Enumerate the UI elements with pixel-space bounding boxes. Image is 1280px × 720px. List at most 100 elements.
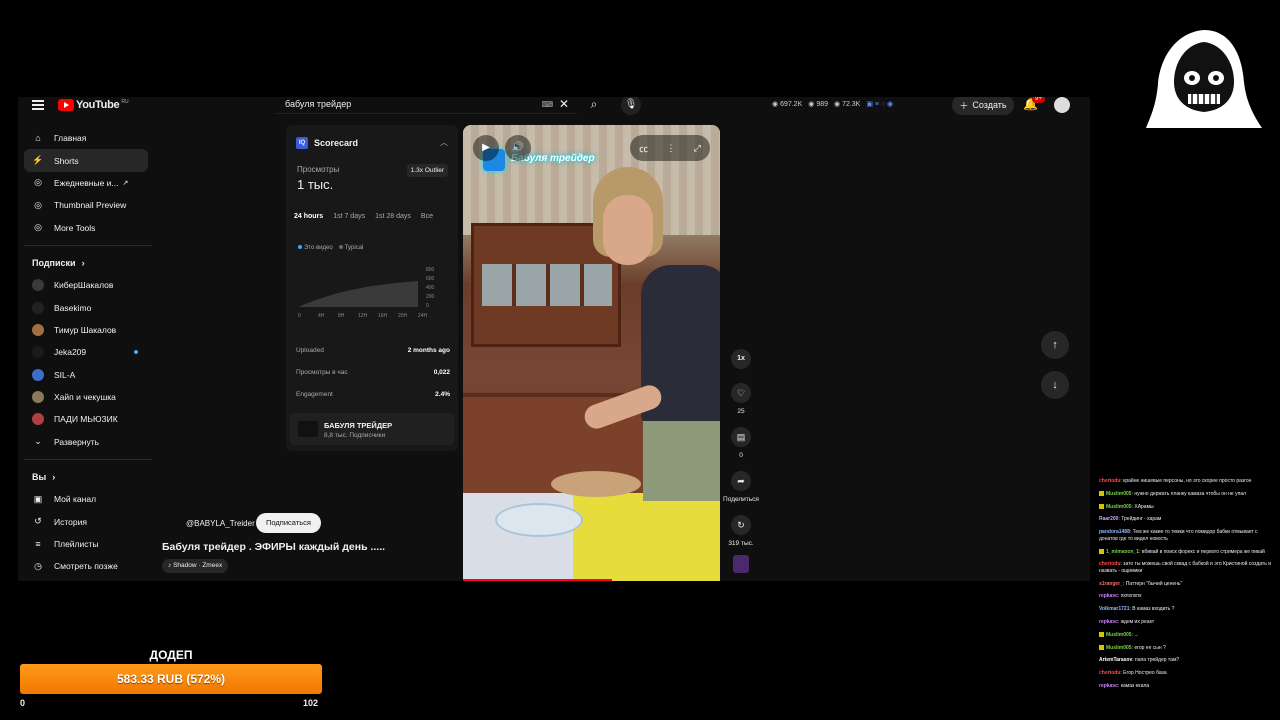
- video-progress-bar[interactable]: [463, 579, 613, 581]
- youtube-play-icon: [58, 99, 74, 111]
- music-chip[interactable]: ♪ Shadow · Zmeex: [162, 559, 229, 573]
- expand-button[interactable]: ⌄ Развернуть: [24, 431, 148, 453]
- chat-message: Muslim005: нужно держать планку камаза ч…: [1099, 491, 1277, 498]
- chat-username[interactable]: Muslim005: [1106, 491, 1132, 497]
- create-button[interactable]: ＋ Создать: [952, 97, 1014, 115]
- speed-control[interactable]: 1x: [726, 349, 756, 369]
- chat-username[interactable]: chertodu: [1099, 670, 1120, 676]
- chat-username[interactable]: chertodu: [1099, 478, 1120, 484]
- account-avatar[interactable]: [1054, 97, 1070, 113]
- video-title[interactable]: Бабуля трейдер . ЭФИРЫ каждый день .....: [162, 541, 385, 553]
- more-icon[interactable]: ⋮: [666, 143, 675, 154]
- period-tab[interactable]: 1st 28 days: [375, 213, 411, 220]
- period-tab[interactable]: 24 hours: [294, 213, 323, 220]
- sidebar-subscription[interactable]: Basekimo: [24, 296, 148, 318]
- extension-icons[interactable]: ▣ ≡ ◌ ◉: [866, 100, 893, 108]
- sidebar-subscription[interactable]: ПАДИ МЬЮЗИК: [24, 408, 148, 430]
- search-value: бабуля трейдер: [285, 99, 352, 109]
- chat-username[interactable]: repkavc: [1099, 683, 1118, 689]
- scorecard-panel: IQ Scorecard ︿ Просмотры 1 тыс. 1.3x Out…: [286, 125, 458, 451]
- chat-username[interactable]: 1_mimaxon_1: [1106, 549, 1139, 555]
- subscribe-button[interactable]: Подписаться: [256, 513, 321, 533]
- sidebar-item-channel[interactable]: ▣ Мой канал: [24, 488, 148, 510]
- comment-button[interactable]: ▤ 0: [726, 427, 756, 459]
- chat-username[interactable]: Muslim005: [1106, 645, 1132, 651]
- previous-video-button[interactable]: ↑: [1041, 331, 1069, 359]
- chat-message: repkavc: ждем их реакт: [1099, 619, 1155, 625]
- chat-message: chertodu: зато ты можешь свой сквад с ба…: [1099, 561, 1271, 574]
- channel-handle[interactable]: @BABYLA_Treider: [186, 519, 255, 528]
- chat-username[interactable]: repkavc: [1099, 593, 1118, 599]
- subscription-label: Хайп и чекушка: [54, 392, 116, 403]
- chat-username[interactable]: Muslim005: [1106, 504, 1132, 510]
- top-bar: YouTube RU бабуля трейдер ⌨ ✕ ⌕ 🎙 ◉ 697.…: [18, 97, 1090, 115]
- sidebar-item-playlist[interactable]: ≡ Плейлисты: [24, 533, 148, 555]
- channel-avatar: [32, 413, 44, 426]
- channel-card[interactable]: БАБУЛЯ ТРЕЙДЕР 8,8 тыс. Подписчики: [290, 413, 454, 445]
- chat-username[interactable]: pandora1488: [1099, 529, 1130, 535]
- volume-icon[interactable]: 🔊: [505, 135, 531, 161]
- captions-icon[interactable]: ㏄: [639, 142, 648, 155]
- comment-count: 0: [739, 452, 743, 459]
- short-video[interactable]: Бабуля трейдер ▶ 🔊 ㏄ ⋮ ⤢: [463, 125, 720, 581]
- chat-message: chertodu: крайне нишевые персоны, но это…: [1099, 478, 1252, 484]
- youtube-logo[interactable]: YouTube RU: [58, 99, 129, 111]
- remix-count: 319 тыс.: [728, 540, 754, 547]
- sidebar-item-shorts[interactable]: ⚡ Shorts: [24, 149, 148, 172]
- clear-icon[interactable]: ✕: [559, 97, 569, 111]
- chat-text: крайне нишевые персоны, но это скорее пр…: [1123, 478, 1252, 484]
- logo-text: YouTube: [76, 99, 120, 111]
- chat-text: пхпхпхпх: [1120, 593, 1142, 600]
- collapse-icon[interactable]: ︿: [440, 137, 448, 148]
- fullscreen-icon[interactable]: ⤢: [694, 143, 701, 154]
- chevron-right-icon: ›: [52, 472, 56, 483]
- chat-username[interactable]: s1ranger_: [1099, 581, 1123, 587]
- period-tabs: 24 hours 1st 7 days 1st 28 days Все: [294, 213, 433, 220]
- chat-username[interactable]: ArtemTarasov: [1099, 657, 1132, 663]
- chat-username[interactable]: Muslim005: [1106, 632, 1132, 638]
- search-icon[interactable]: ⌕: [583, 97, 605, 113]
- channel-avatar: [32, 368, 44, 381]
- x-tick-label: 24H: [418, 313, 428, 319]
- chat-text: ждем их реакт: [1120, 619, 1155, 625]
- sidebar-subscription[interactable]: Тимур Шакалов: [24, 319, 148, 341]
- chat-username[interactable]: Raar200: [1099, 516, 1118, 522]
- like-button[interactable]: ♡ 25: [726, 383, 756, 415]
- sidebar-subscription[interactable]: Хайп и чекушка: [24, 386, 148, 408]
- sound-thumbnail-image: [733, 555, 749, 573]
- sidebar-item-label: Главная: [54, 133, 87, 144]
- chat-message: ArtemTarasov: папа трейдер там?: [1099, 657, 1180, 664]
- play-icon[interactable]: ▶: [473, 135, 499, 161]
- share-button[interactable]: ➦ Поделиться: [718, 471, 764, 503]
- iq-icon: IQ: [296, 137, 308, 149]
- you-heading[interactable]: Вы ›: [24, 466, 148, 488]
- search-input[interactable]: бабуля трейдер ⌨ ✕: [275, 97, 577, 114]
- sidebar-item-clock[interactable]: ◷ Смотреть позже: [24, 555, 148, 577]
- sidebar-subscription[interactable]: SIL-A: [24, 364, 148, 386]
- sidebar-item-history[interactable]: ↺ История: [24, 510, 148, 532]
- subscriptions-heading[interactable]: Подписки ›: [24, 252, 148, 274]
- chat-username[interactable]: Volkmar1721: [1099, 606, 1129, 612]
- period-tab[interactable]: Все: [421, 213, 433, 220]
- keyboard-icon[interactable]: ⌨: [541, 100, 553, 109]
- x-tick-label: 4H: [318, 313, 325, 319]
- menu-icon[interactable]: [32, 100, 44, 110]
- sidebar-item-daily[interactable]: ◎ Ежедневные и... ↗: [24, 172, 148, 194]
- chat-username[interactable]: repkavc: [1099, 619, 1118, 625]
- period-tab[interactable]: 1st 7 days: [333, 213, 365, 220]
- channel-thumbnail: [298, 421, 318, 437]
- sidebar-item-thumbnail[interactable]: ◎ Thumbnail Preview: [24, 194, 148, 216]
- sidebar-item-label: История: [54, 516, 87, 527]
- chevron-down-icon: ⌄: [34, 436, 42, 447]
- sidebar-item-tools[interactable]: ◎ More Tools: [24, 217, 148, 239]
- sidebar-subscription[interactable]: Jeka209: [24, 341, 148, 363]
- sound-thumbnail[interactable]: [726, 555, 756, 573]
- chat-username[interactable]: chertodu: [1099, 561, 1120, 567]
- sidebar-subscription[interactable]: КиберШакалов: [24, 274, 148, 296]
- video-controls: ㏄ ⋮ ⤢: [630, 135, 710, 161]
- mic-icon[interactable]: 🎙: [621, 97, 641, 115]
- chat-text: ...: [1134, 631, 1139, 638]
- remix-button[interactable]: ↻ 319 тыс.: [722, 515, 760, 547]
- next-video-button[interactable]: ↓: [1041, 371, 1069, 399]
- sidebar-item-home[interactable]: ⌂ Главная: [24, 127, 148, 149]
